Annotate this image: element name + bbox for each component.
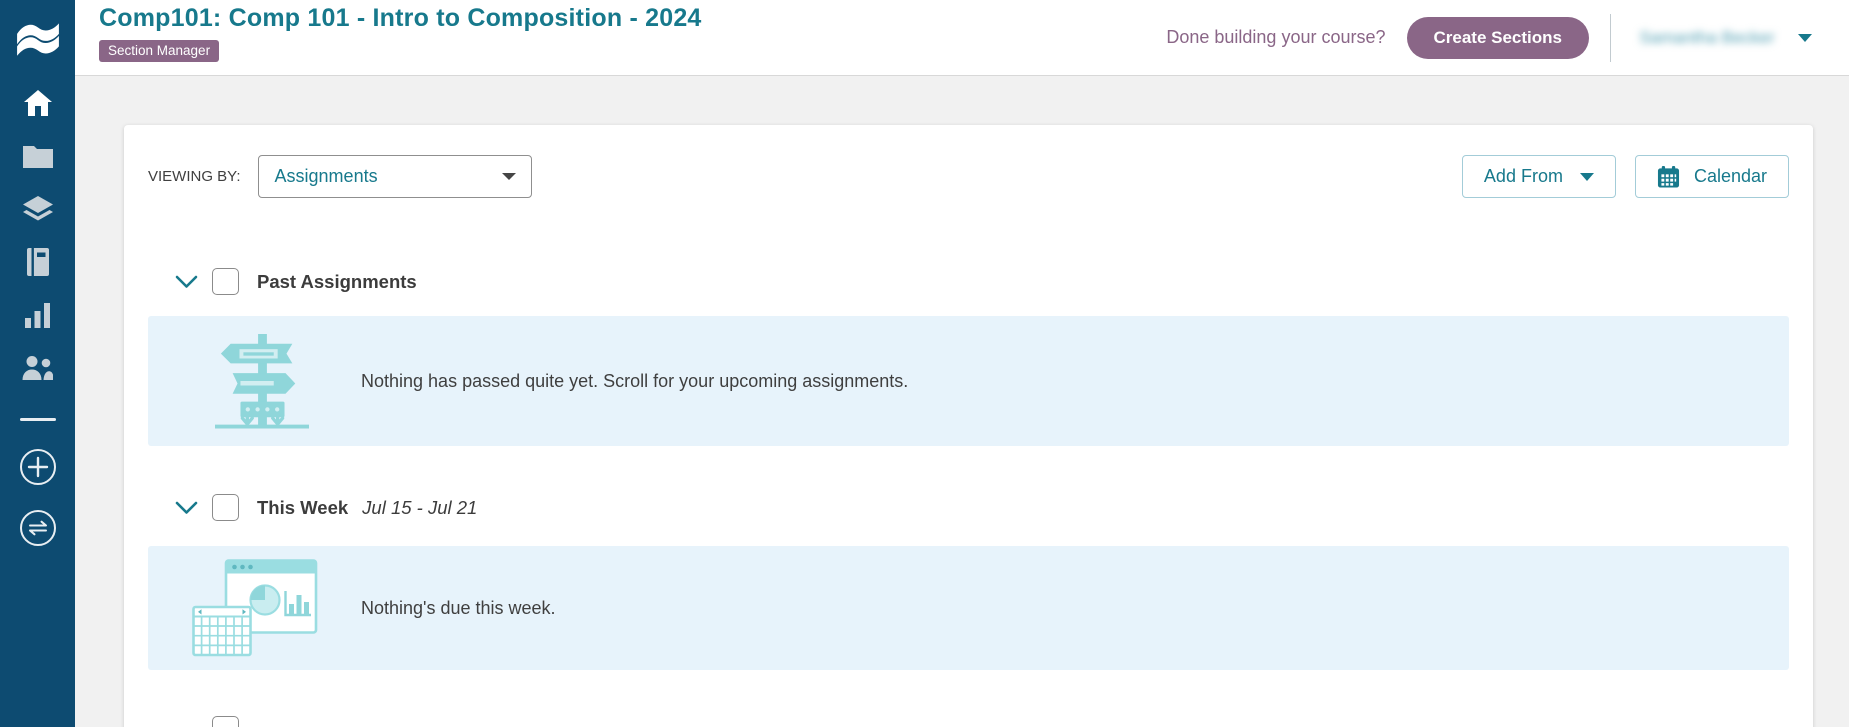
header-divider [1610,13,1611,62]
section-checkbox[interactable] [212,494,239,521]
section-title: This Week [257,496,349,518]
content-column: Comp101: Comp 101 - Intro to Composition… [75,0,1849,727]
collapse-chevron-icon[interactable] [175,501,198,515]
calendar-label: Calendar [1693,166,1767,186]
section-checkbox[interactable] [212,268,239,295]
header-actions: Done building your course? Create Sectio… [1166,13,1816,62]
calendar-button[interactable]: Calendar [1634,155,1789,198]
section-row-next [175,716,1789,727]
sidebar-item-reports[interactable] [22,300,54,330]
plus-circle-icon [19,449,56,485]
empty-state-banner: Nothing has passed quite yet. Scroll for… [148,316,1789,446]
add-from-label: Add From [1483,166,1563,186]
sidebar-item-courseware[interactable] [22,194,54,224]
chevron-down-icon [1798,33,1812,42]
empty-state-banner: Nothing's due this week. [148,546,1789,670]
dashboard-calendar-icon [192,559,361,657]
assignments-card: VIEWING BY: Assignments Add From Calenda… [124,125,1813,727]
header: Comp101: Comp 101 - Intro to Composition… [75,0,1849,76]
swap-arrows-icon [19,510,56,546]
section-checkbox[interactable] [212,716,239,727]
viewing-by-value: Assignments [274,166,378,186]
view-toolbar: VIEWING BY: Assignments Add From Calenda… [148,155,1789,198]
people-icon [22,356,53,380]
sidebar-switch-button[interactable] [19,509,57,547]
add-from-button[interactable]: Add From [1461,155,1616,198]
sidebar-item-folder[interactable] [22,141,54,171]
layers-icon [22,195,53,220]
calendar-icon [1657,165,1680,189]
bar-chart-icon [24,302,50,328]
main-area: VIEWING BY: Assignments Add From Calenda… [75,76,1849,727]
user-menu[interactable]: Samantha Becker [1632,28,1816,48]
sidebar-divider [19,418,56,421]
section-row-past-assignments: Past Assignments [175,268,1789,295]
chevron-down-icon [501,173,516,180]
macmillan-logo-icon [16,23,59,56]
collapse-chevron-icon[interactable] [175,275,198,289]
sidebar-item-notebook[interactable] [22,247,54,277]
role-badge: Section Manager [99,40,220,62]
sidebar-nav [19,88,57,547]
toolbar-actions: Add From Calendar [1461,155,1789,198]
home-icon [23,90,52,116]
section-title: Past Assignments [257,270,417,292]
folder-icon [22,146,53,168]
sidebar-add-button[interactable] [19,448,57,486]
sidebar-item-people[interactable] [22,353,54,383]
user-name: Samantha Becker [1639,27,1775,47]
build-prompt-text: Done building your course? [1166,27,1386,47]
create-sections-button[interactable]: Create Sections [1406,16,1589,59]
section-date-range: Jul 15 - Jul 21 [362,496,478,518]
page-title: Comp101: Comp 101 - Intro to Composition… [99,4,702,32]
macmillan-logo[interactable] [0,0,75,76]
viewing-by-label: VIEWING BY: [148,168,241,185]
empty-state-message: Nothing's due this week. [361,597,556,618]
signpost-icon [215,331,361,431]
sidebar [0,0,75,727]
section-row-this-week: This Week Jul 15 - Jul 21 [175,494,1789,521]
chevron-down-icon [1579,172,1594,181]
empty-state-message: Nothing has passed quite yet. Scroll for… [361,370,909,391]
sidebar-item-home[interactable] [22,88,54,118]
notebook-icon [26,248,49,276]
course-header: Comp101: Comp 101 - Intro to Composition… [99,0,702,62]
viewing-by-select[interactable]: Assignments [257,155,532,198]
app-root: Comp101: Comp 101 - Intro to Composition… [0,0,1849,727]
